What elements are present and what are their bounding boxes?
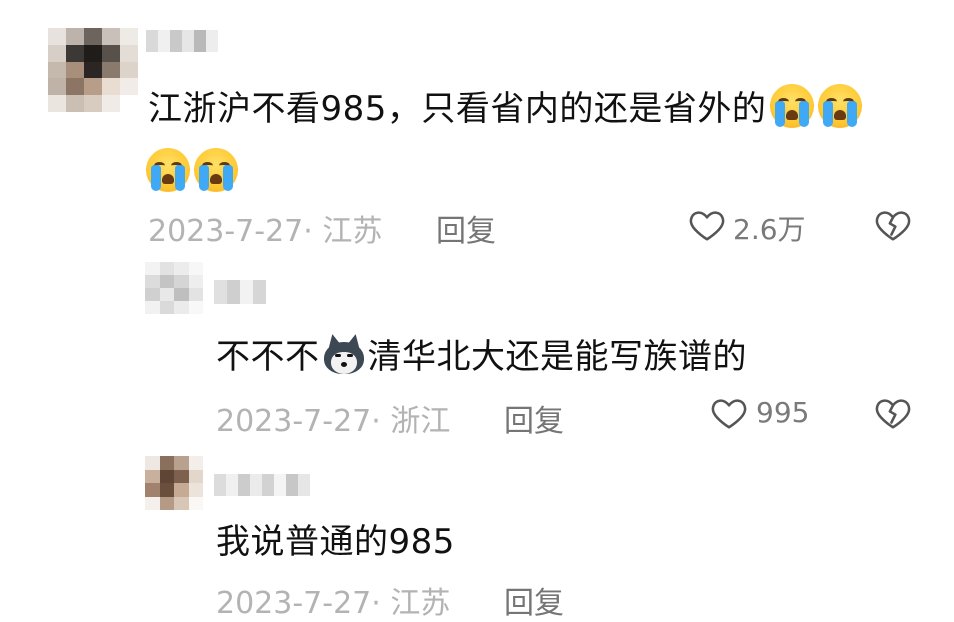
like-count: 995 (756, 396, 810, 429)
reply-text: 不不不 清华北大还是能写族谱的 (216, 332, 747, 378)
username[interactable] (146, 30, 218, 52)
reply-button[interactable]: 回复 (504, 396, 564, 440)
avatar[interactable] (145, 262, 203, 314)
like-count: 2.6万 (733, 213, 806, 246)
reply-text: 我说普通的985 (216, 522, 455, 562)
broken-heart-icon[interactable] (874, 206, 912, 244)
crying-face-emoji-icon (770, 84, 815, 128)
comment-date-location: 2023-7-27· 江苏 (148, 214, 383, 249)
reply-date-location: 2023-7-27· 江苏 (216, 586, 451, 621)
comment-emoji-line (146, 148, 238, 192)
avatar[interactable] (145, 456, 203, 510)
broken-heart-icon[interactable] (874, 394, 912, 432)
comment-text: 江浙沪不看985，只看省内的还是省外的 (148, 84, 863, 130)
reply-body-start: 不不不 (216, 337, 320, 377)
crying-face-emoji-icon (146, 148, 190, 192)
heart-outline-icon[interactable] (688, 206, 726, 244)
avatar[interactable] (48, 28, 138, 112)
comment-body: 江浙沪不看985，只看省内的还是省外的 (148, 89, 767, 129)
reply-body-end: 清华北大还是能写族谱的 (367, 337, 747, 377)
reply-button[interactable]: 回复 (436, 206, 496, 250)
reply-date-location: 2023-7-27· 浙江 (216, 404, 451, 439)
username[interactable] (214, 474, 310, 496)
crying-face-emoji-icon (194, 148, 238, 192)
heart-outline-icon[interactable] (710, 394, 748, 432)
husky-dog-emoji-icon (322, 332, 366, 376)
username[interactable] (214, 280, 266, 304)
reply-button[interactable]: 回复 (504, 578, 564, 622)
crying-face-emoji-icon (818, 84, 863, 128)
